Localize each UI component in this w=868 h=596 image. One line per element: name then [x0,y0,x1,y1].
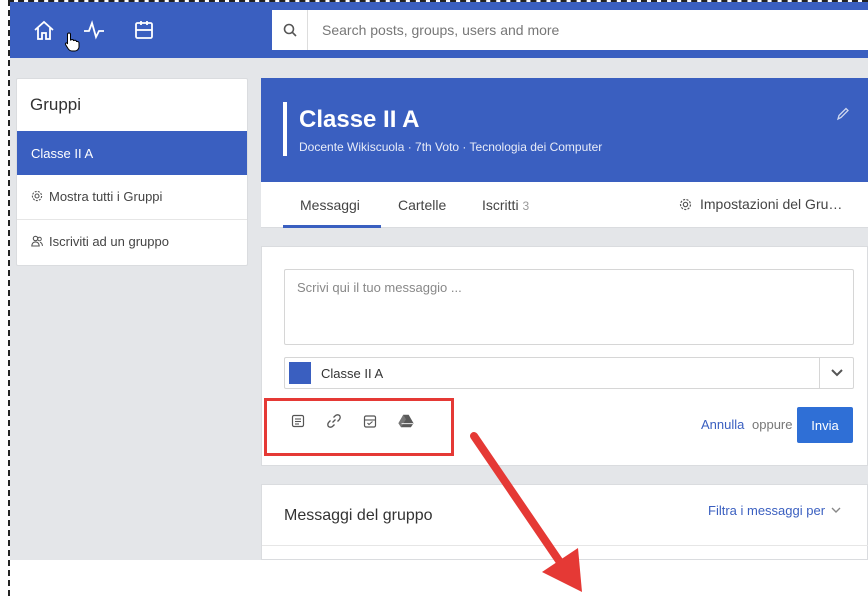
cancel-link[interactable]: Annulla [701,417,744,432]
group-subtitle: Docente Wikiscuola · 7th Voto · Tecnolog… [299,140,603,154]
home-icon[interactable] [30,16,58,44]
tab-settings-label: Impostazioni del Gru… [700,196,843,212]
activity-icon[interactable] [80,16,108,44]
active-tab-indicator [283,225,381,228]
annotation-highlight-box [264,398,454,456]
nav-icons [30,16,158,44]
sidebar-item-label: Mostra tutti i Gruppi [49,189,163,204]
send-button[interactable]: Invia [797,407,853,443]
group-select-value: Classe II A [321,365,384,381]
filter-messages-dropdown[interactable]: Filtra i messaggi per [708,503,841,518]
groups-sidebar: Gruppi Classe II A Mostra tutti i Gruppi… [16,78,248,266]
tab-members-count: 3 [522,199,530,213]
tab-members-label: Iscritti [482,197,519,213]
message-input[interactable] [284,269,854,345]
sidebar-item-show-all-groups[interactable]: Mostra tutti i Gruppi [17,175,247,220]
gear-icon [679,198,692,210]
group-tabs: Messaggi Cartelle Iscritti 3 Impostazion… [261,182,868,228]
users-icon [31,235,43,247]
sidebar-title: Gruppi [30,95,82,114]
chevron-down-icon [831,507,841,513]
messages-title: Messaggi del gruppo [284,507,433,524]
annotation-arrow-icon [470,432,582,592]
calendar-icon[interactable] [130,16,158,44]
sidebar-item-active-group[interactable]: Classe II A [17,131,247,175]
group-header-accent [283,102,287,156]
chevron-down-icon[interactable] [819,358,853,388]
group-header: Classe II A Docente Wikiscuola · 7th Vot… [261,78,868,182]
group-title: Classe II A [299,106,420,133]
tab-messages[interactable]: Messaggi [300,197,360,213]
group-color-swatch [289,362,311,384]
gear-icon [31,190,43,202]
filter-label: Filtra i messaggi per [708,503,826,518]
sidebar-item-join-group[interactable]: Iscriviti ad un gruppo [17,220,247,265]
top-bar [10,2,868,58]
sidebar-item-label: Iscriviti ad un gruppo [49,234,169,249]
or-text: oppure [752,417,793,432]
hand-cursor-icon [64,32,80,52]
search-input[interactable] [308,11,848,49]
pencil-icon[interactable] [836,106,850,122]
tab-members[interactable]: Iscritti 3 [482,197,529,213]
search-box[interactable] [272,10,868,50]
tab-folders[interactable]: Cartelle [398,197,446,213]
group-select[interactable]: Classe II A [284,357,854,389]
search-icon[interactable] [272,10,308,50]
tab-settings[interactable]: Impostazioni del Gru… [679,196,842,212]
